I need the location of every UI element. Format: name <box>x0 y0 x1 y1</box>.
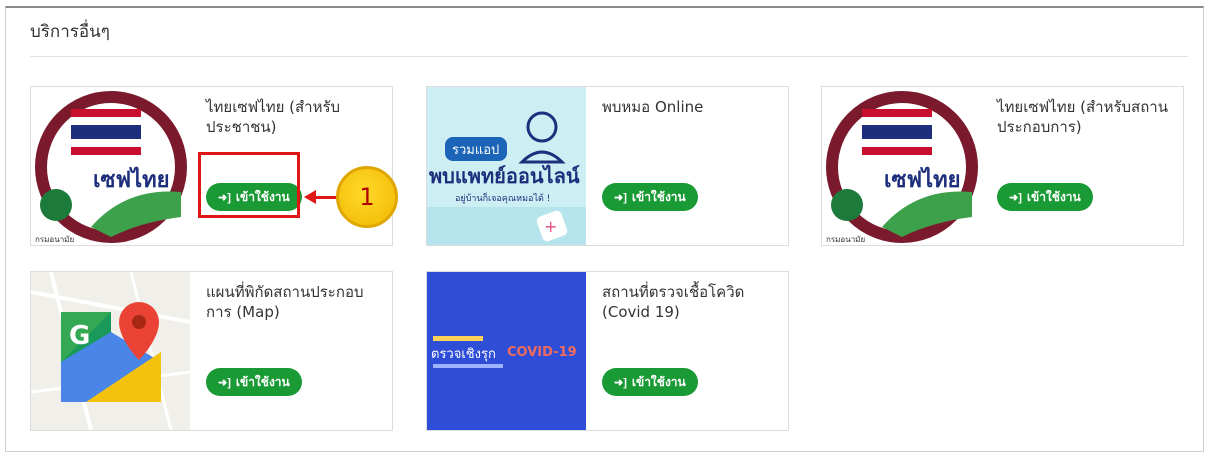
callout-number-badge: 1 <box>336 166 398 228</box>
enter-button[interactable]: ➜] เข้าใช้งาน <box>997 183 1093 211</box>
enter-button[interactable]: ➜] เข้าใช้งาน <box>602 183 698 211</box>
thumb-text-1: รวมแอป <box>452 143 499 158</box>
thumb-sub: กรมอนามัย <box>35 235 74 244</box>
login-icon: ➜] <box>614 376 627 389</box>
card-title: แผนที่พิกัดสถานประกอบการ (Map) <box>206 283 364 321</box>
login-icon: ➜] <box>218 376 231 389</box>
service-card-thaisavethai-business: เซฟไทย กรมอนามัย ไทยเซฟไทย (สำหรับสถานปร… <box>821 86 1184 246</box>
button-label: เข้าใช้งาน <box>1026 189 1081 204</box>
service-card-covid-testing: ตรวจเชิงรุก COVID-19 สถานที่ตรวจเชื้อโคว… <box>426 271 789 431</box>
button-label: เข้าใช้งาน <box>631 189 686 204</box>
button-label: เข้าใช้งาน <box>235 374 290 389</box>
thumb-text-2: COVID-19 <box>507 345 577 360</box>
enter-button[interactable]: ➜] เข้าใช้งาน <box>602 368 698 396</box>
callout-arrow-head <box>304 190 316 204</box>
enter-button[interactable]: ➜] เข้าใช้งาน <box>206 368 302 396</box>
card-title: ไทยเซฟไทย (สำหรับประชาชน) <box>206 98 341 136</box>
google-maps-logo: G <box>31 272 190 430</box>
thumb-text: เซฟไทย <box>93 166 169 193</box>
login-icon: ➜] <box>614 191 627 204</box>
thaisavethai-logo: เซฟไทย กรมอนามัย <box>822 87 981 245</box>
service-card-map: G แผนที่พิกัดสถานประกอบการ (Map) ➜] เข้า… <box>30 271 393 431</box>
thumb-text-1: ตรวจเชิงรุก <box>431 347 496 362</box>
callout-number: 1 <box>359 183 375 211</box>
thumb-text-2: พบแพทย์ออนไลน์ <box>429 164 580 188</box>
doctor-online-banner: รวมแอป พบแพทย์ออนไลน์ อยู่บ้านก็เจอคุณหม… <box>427 87 586 245</box>
panel-title: บริการอื่นๆ <box>30 22 110 42</box>
card-title: สถานที่ตรวจเชื้อโควิด (Covid 19) <box>602 283 745 321</box>
thumb-sub: กรมอนามัย <box>826 235 865 244</box>
callout-highlight-box <box>198 152 300 218</box>
service-card-doctor-online: รวมแอป พบแพทย์ออนไลน์ อยู่บ้านก็เจอคุณหม… <box>426 86 789 246</box>
card-title: พบหมอ Online <box>602 98 704 116</box>
card-title: ไทยเซฟไทย (สำหรับสถานประกอบการ) <box>997 98 1168 136</box>
panel-divider <box>30 56 1188 57</box>
login-icon: ➜] <box>1009 191 1022 204</box>
covid-testing-banner: ตรวจเชิงรุก COVID-19 <box>427 272 586 430</box>
thumb-text: เซฟไทย <box>884 166 960 193</box>
thaisavethai-logo: เซฟไทย กรมอนามัย <box>31 87 190 245</box>
svg-text:+: + <box>544 217 557 236</box>
button-label: เข้าใช้งาน <box>631 374 686 389</box>
thumb-letter: G <box>69 321 90 351</box>
